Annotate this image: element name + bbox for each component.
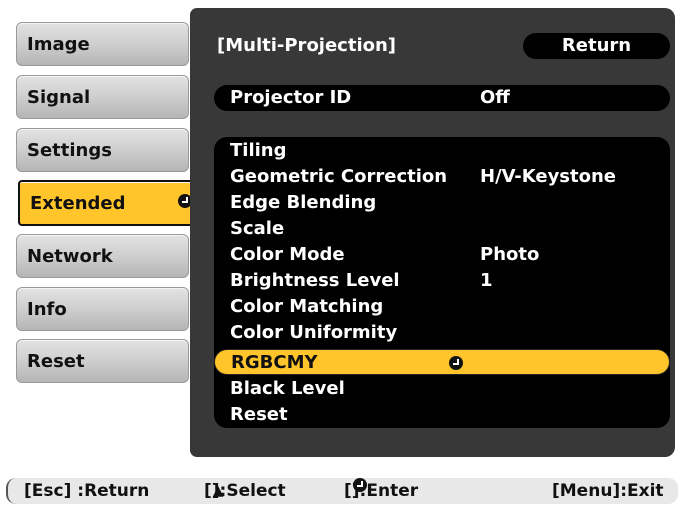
enter-icon bbox=[449, 356, 463, 370]
sidebar-item-signal[interactable]: Signal bbox=[16, 75, 189, 119]
menu-item-tiling[interactable]: Tiling bbox=[214, 138, 670, 164]
sidebar-item-image[interactable]: Image bbox=[16, 22, 189, 66]
menu-item-rgbcmy[interactable]: RGBCMY bbox=[214, 349, 670, 375]
menu-item-edge-blending[interactable]: Edge Blending bbox=[214, 190, 670, 216]
help-enter: []:Enter bbox=[344, 478, 418, 504]
return-button[interactable]: Return bbox=[523, 33, 670, 59]
menu-item-label: Scale bbox=[230, 218, 285, 239]
sidebar-item-network[interactable]: Network bbox=[16, 234, 189, 278]
menu-item-value: Off bbox=[480, 87, 510, 108]
menu-item-label: Color Uniformity bbox=[230, 322, 398, 343]
help-esc-return: [Esc] :Return bbox=[24, 481, 150, 501]
menu-item-value: H/V-Keystone bbox=[480, 166, 617, 187]
menu-item-label: Projector ID bbox=[230, 87, 352, 108]
menu-item-color-uniformity[interactable]: Color Uniformity bbox=[214, 320, 670, 346]
menu-item-label: RGBCMY bbox=[231, 352, 318, 373]
sidebar-item-reset[interactable]: Reset bbox=[16, 339, 189, 383]
menu-item-scale[interactable]: Scale bbox=[214, 216, 670, 242]
sidebar-item-label: Extended bbox=[30, 192, 126, 214]
help-bar: [Esc] :Return [▲︎]:Select []:Enter [Menu… bbox=[6, 478, 678, 504]
page-title: [Multi-Projection] bbox=[217, 35, 397, 56]
sidebar-item-label: Image bbox=[27, 33, 90, 55]
help-menu-exit: [Menu]:Exit bbox=[552, 481, 664, 501]
sidebar-item-label: Settings bbox=[27, 139, 112, 161]
up-down-arrow-icon: ▲︎ bbox=[212, 483, 224, 499]
sidebar-item-settings[interactable]: Settings bbox=[16, 128, 189, 172]
menu-item-projector-id[interactable]: Projector ID Off bbox=[214, 85, 670, 111]
menu-item-geometric-correction[interactable]: Geometric Correction H/V-Keystone bbox=[214, 164, 670, 190]
sidebar-item-info[interactable]: Info bbox=[16, 287, 189, 331]
sidebar-item-label: Reset bbox=[27, 350, 85, 372]
menu-item-brightness-level[interactable]: Brightness Level 1 bbox=[214, 268, 670, 294]
menu-item-value: 1 bbox=[480, 270, 493, 291]
menu-item-value: Photo bbox=[480, 244, 540, 265]
sidebar-item-extended[interactable]: Extended bbox=[18, 180, 206, 226]
menu-item-label: Geometric Correction bbox=[230, 166, 448, 187]
menu-item-label: Color Matching bbox=[230, 296, 384, 317]
help-enter-pre: [ bbox=[344, 481, 352, 501]
menu-item-label: Edge Blending bbox=[230, 192, 377, 213]
help-select: [▲︎]:Select bbox=[204, 478, 286, 504]
enter-icon bbox=[352, 478, 367, 492]
sidebar-item-label: Info bbox=[27, 298, 67, 320]
menu-item-color-matching[interactable]: Color Matching bbox=[214, 294, 670, 320]
help-select-pre: [ bbox=[204, 481, 212, 501]
menu-item-label: Tiling bbox=[230, 140, 287, 161]
menu-item-color-mode[interactable]: Color Mode Photo bbox=[214, 242, 670, 268]
menu-item-black-level[interactable]: Black Level bbox=[214, 376, 670, 402]
menu-item-reset[interactable]: Reset bbox=[214, 402, 670, 428]
menu-item-label: Black Level bbox=[230, 378, 345, 399]
sidebar-item-label: Network bbox=[27, 245, 113, 267]
menu-item-label: Color Mode bbox=[230, 244, 345, 265]
menu-item-label: Brightness Level bbox=[230, 270, 400, 291]
sidebar-item-label: Signal bbox=[27, 86, 91, 108]
menu-item-label: Reset bbox=[230, 404, 288, 425]
